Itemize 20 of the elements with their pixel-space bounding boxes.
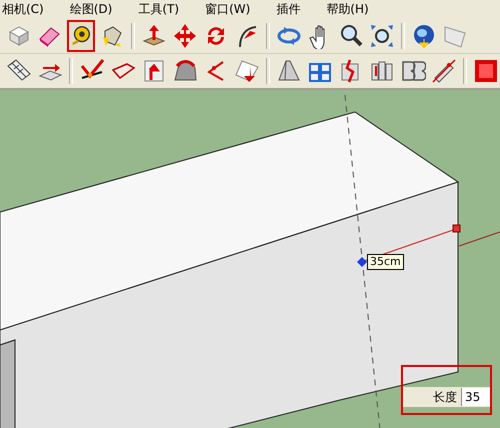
axis-line	[458, 232, 500, 246]
measurement-tooltip: 35cm	[367, 254, 404, 270]
move-icon	[172, 23, 198, 49]
menu-item[interactable]: 相机(C)	[0, 1, 46, 18]
zoom-extents-icon	[369, 23, 395, 49]
length-input[interactable]: 35	[461, 388, 490, 406]
menu-item[interactable]: 绘图(D)	[68, 1, 114, 18]
menu-item[interactable]: 帮助(H)	[324, 1, 371, 18]
length-label: 长度	[432, 388, 458, 406]
endpoint-marker	[452, 224, 460, 232]
zoom-icon	[338, 23, 364, 49]
menu-item[interactable]: 插件	[274, 1, 302, 18]
menu-item[interactable]: 窗口(W)	[203, 1, 252, 18]
pipe-icon	[431, 58, 457, 84]
block-icon	[473, 58, 499, 84]
menu-item[interactable]: 工具(T)	[136, 1, 182, 18]
globe-icon	[411, 23, 437, 49]
tool-button[interactable]	[67, 20, 95, 52]
point-marker	[357, 257, 367, 267]
push-icon	[234, 58, 260, 84]
